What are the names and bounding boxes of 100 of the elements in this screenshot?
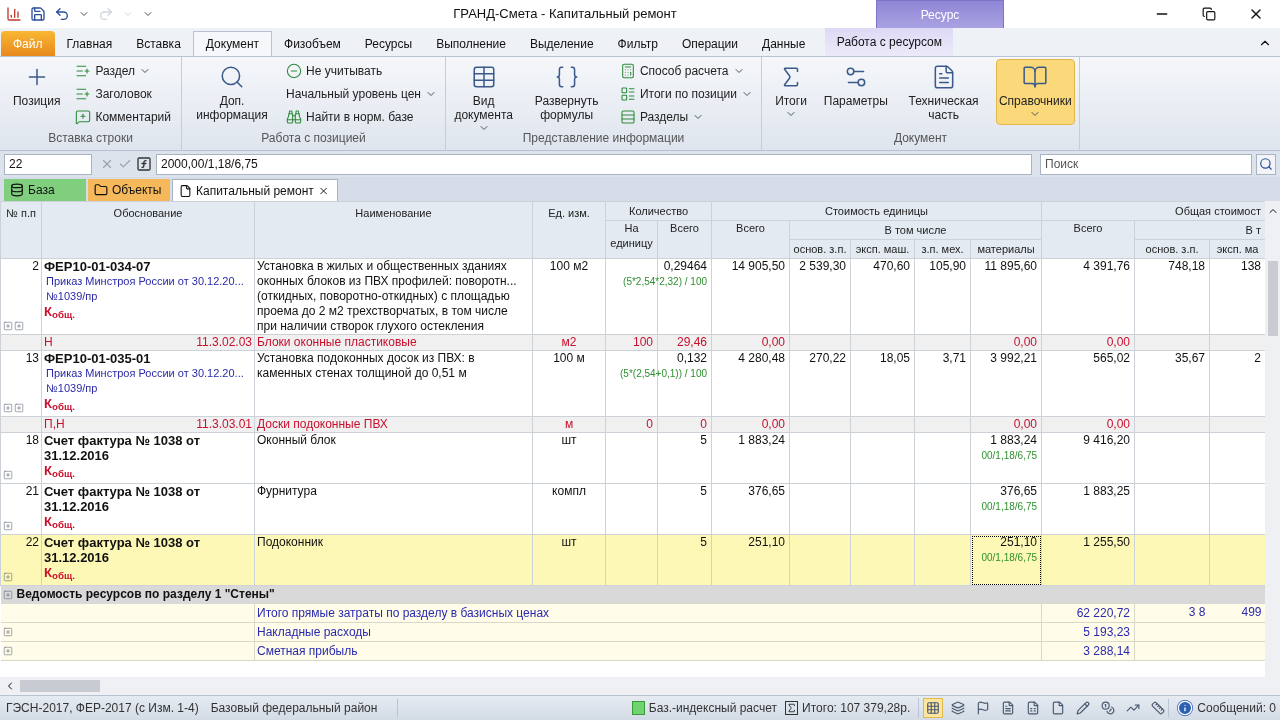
document-tab[interactable]: Объекты	[88, 179, 170, 201]
window-title: ГРАНД-Смета - Капитальный ремонт	[453, 5, 677, 24]
group-label: Работа с позицией	[260, 130, 367, 147]
expand-icon[interactable]	[3, 521, 13, 531]
ribbon-button[interactable]: Раздел	[71, 60, 175, 81]
table-cell-text: 0,00	[760, 417, 785, 432]
summary-label[interactable]: Итого прямые затраты по разделу в базисных ценах	[254, 603, 1042, 623]
expand-icon[interactable]	[2, 627, 13, 637]
status-text: Базовый федеральный район	[204, 699, 399, 717]
expand-icon[interactable]	[14, 403, 24, 413]
table-cell: м	[564, 417, 574, 431]
order-link[interactable]: Приказ Минстроя России от 30.12.20...	[44, 366, 252, 381]
vertical-scrollbar[interactable]	[1265, 201, 1280, 677]
cell-address-field[interactable]: 22	[4, 153, 92, 175]
ribbon-tab[interactable]: Выполнение	[424, 31, 518, 56]
table-cell-text: 14 905,50	[730, 259, 785, 274]
order-link[interactable]: №1039/пр	[44, 381, 252, 396]
resource-type: Н	[44, 335, 53, 350]
ribbon-button[interactable]: Разделы	[615, 106, 757, 127]
table-cell-text: 2	[1253, 351, 1262, 366]
table-cell-text: 0	[699, 417, 707, 432]
ribbon-tab[interactable]: Документ	[192, 31, 273, 56]
scrollbar-thumb[interactable]	[1267, 261, 1278, 336]
ribbon-tab[interactable]: Главная	[54, 31, 125, 56]
expand-icon[interactable]	[3, 572, 13, 582]
search-field[interactable]: Поиск	[1040, 153, 1252, 175]
table-cell-text: 1 883,24	[737, 433, 785, 448]
formula-field[interactable]: 2000,00/1,18/6,75	[156, 153, 1032, 175]
ribbon-button[interactable]: Позиция	[5, 59, 68, 113]
ribbon-tab[interactable]: Операции	[669, 31, 751, 56]
table-cell-text: 100	[631, 335, 653, 350]
folder-icon	[94, 183, 108, 197]
ribbon-button[interactable]: Найти в норм. базе	[282, 106, 441, 127]
justification-code: Счет фактура № 1038 от 31.12.2016	[44, 433, 202, 463]
ribbon-button[interactable]: Не учитывать	[282, 60, 441, 81]
ribbon-tab[interactable]: Данные	[750, 31, 818, 56]
restore-icon[interactable]	[1202, 7, 1216, 21]
cancel-icon[interactable]	[100, 157, 114, 171]
document-tab[interactable]: Капитальный ремонт	[172, 179, 338, 201]
ribbon-button[interactable]: Способ расчета	[615, 60, 757, 81]
row-number: 18	[25, 433, 39, 447]
ribbon-button[interactable]: Итоги по позиции	[615, 83, 757, 104]
save-icon[interactable]	[30, 6, 46, 22]
coins-icon	[1101, 701, 1116, 715]
column-header: основ. з.п.	[793, 242, 847, 255]
expand-icon[interactable]	[14, 321, 24, 331]
sigma-icon	[784, 701, 799, 715]
ribbon-tab[interactable]: Работа с ресурсом	[825, 28, 954, 56]
column-header: Количество	[628, 204, 689, 217]
table-cell-text: 2 539,30	[798, 259, 846, 274]
row-number: 13	[25, 351, 39, 365]
ribbon-button[interactable]: Вид документа	[450, 59, 518, 139]
info-icon	[1177, 700, 1194, 716]
table-cell: Установка подоконных досок из ПВХ: в каменных стенах толщиной до 0,51 м	[257, 351, 475, 380]
ribbon-button[interactable]: Доп. информация	[186, 59, 279, 127]
layers-icon	[951, 701, 966, 715]
table-cell: 100 м	[553, 351, 585, 365]
coefficient-mark: К$_{общ.}$	[44, 463, 76, 479]
ribbon-tab[interactable]: Ресурсы	[352, 31, 425, 56]
binoculars-icon	[286, 108, 303, 125]
column-header: Всего	[670, 222, 699, 234]
column-header: Ед. изм.	[548, 207, 590, 219]
ribbon-button[interactable]: Комментарий	[71, 106, 175, 127]
expand-icon[interactable]	[2, 646, 13, 656]
search-button[interactable]	[1256, 153, 1276, 175]
table-cell-text: 0	[645, 417, 653, 432]
table-cell-text: 3,71	[941, 351, 966, 366]
table-cell: Оконный блок	[257, 433, 336, 447]
search-icon	[1259, 157, 1273, 171]
confirm-icon[interactable]	[118, 157, 132, 171]
ribbon-tab[interactable]: Фильтр	[605, 31, 670, 56]
scrollbar-thumb[interactable]	[20, 680, 100, 692]
table-cell-text: 18,05	[879, 351, 910, 366]
expand-icon[interactable]	[3, 321, 13, 331]
table-cell-text: 138	[1240, 259, 1262, 274]
status-tool-button[interactable]	[923, 698, 944, 718]
ribbon-button[interactable]: Развернуть формулы	[521, 59, 612, 127]
undo-icon[interactable]	[54, 6, 70, 22]
ribbon-button[interactable]: Параметры	[820, 59, 892, 113]
ribbon-button[interactable]: Техническая часть	[895, 59, 992, 127]
function-icon[interactable]	[136, 156, 152, 172]
ribbon-button[interactable]: Начальный уровень цен	[282, 83, 441, 104]
section-title: Ведомость ресурсов по разделу 1 "Стены"	[16, 587, 275, 602]
ribbon-button[interactable]: Заголовок	[71, 83, 175, 104]
ribbon-tab[interactable]: Выделение	[518, 31, 606, 56]
expand-icon[interactable]	[3, 403, 13, 413]
ribbon-button[interactable]: Итоги	[766, 59, 816, 125]
row-number: 2	[32, 259, 39, 273]
document-tab[interactable]: База	[4, 179, 86, 201]
row-number: 21	[25, 484, 39, 498]
expand-icon[interactable]	[2, 589, 13, 600]
exclude-icon	[286, 62, 303, 79]
ribbon-tab[interactable]: Вставка	[124, 31, 193, 56]
ribbon-tab[interactable]: Физобъем	[272, 31, 353, 56]
order-link[interactable]: №1039/пр	[44, 289, 252, 304]
horizontal-scrollbar[interactable]	[0, 677, 1280, 695]
expand-icon[interactable]	[3, 470, 13, 480]
order-link[interactable]: Приказ Минстроя России от 30.12.20...	[44, 274, 252, 289]
add-comment-icon	[75, 108, 92, 125]
ribbon-button[interactable]: Справочники	[995, 59, 1075, 125]
